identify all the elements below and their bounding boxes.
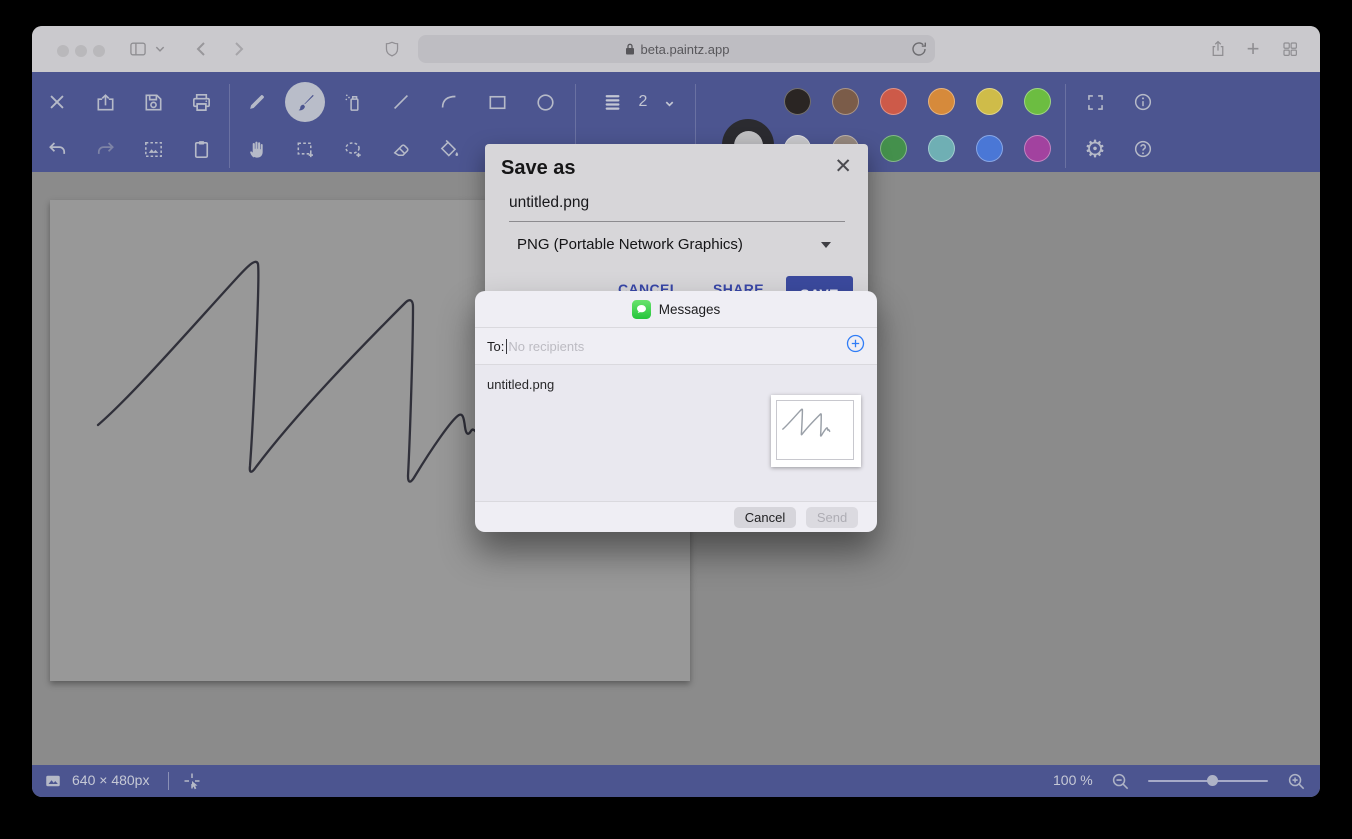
toolbar-divider <box>1065 84 1066 168</box>
messages-share-sheet: Messages To: No recipients untitled.png … <box>475 291 877 532</box>
rectangle-tool[interactable] <box>475 80 519 124</box>
info-button[interactable] <box>1121 80 1165 124</box>
zoom-out-icon[interactable] <box>1110 771 1131 795</box>
paintz-statusbar: 640 × 480px 100 % <box>32 765 1320 797</box>
close-icon[interactable]: ✕ <box>834 156 852 177</box>
image-dimensions-icon <box>44 772 62 793</box>
filename-underline <box>509 221 845 222</box>
sheet-footer: Cancel Send <box>475 501 877 532</box>
cursor-position-icon <box>182 771 202 794</box>
filename-input[interactable] <box>509 194 845 212</box>
browser-window: beta.paintz.app + <box>32 26 1320 797</box>
line-width-chevron-down-icon[interactable] <box>647 81 691 125</box>
fullscreen-button[interactable] <box>1073 80 1117 124</box>
back-button[interactable] <box>192 39 212 59</box>
color-swatch[interactable] <box>1024 88 1051 115</box>
reload-icon[interactable] <box>911 41 927 60</box>
eraser-tool[interactable] <box>379 127 423 171</box>
statusbar-divider <box>168 772 169 790</box>
forward-button[interactable] <box>228 39 248 59</box>
recipients-input[interactable]: No recipients <box>508 339 584 354</box>
curve-tool[interactable] <box>427 80 471 124</box>
tab-overview-icon[interactable] <box>1281 40 1299 58</box>
zoom-level: 100 % <box>1053 772 1093 788</box>
to-label: To: <box>487 339 504 354</box>
line-tool[interactable] <box>379 80 423 124</box>
dialog-title: Save as <box>501 157 576 180</box>
attachment-filename: untitled.png <box>487 377 554 392</box>
sheet-cancel-button[interactable]: Cancel <box>734 507 796 528</box>
browser-titlebar: beta.paintz.app + <box>32 26 1320 72</box>
settings-gear-icon[interactable]: ⚙ <box>1073 127 1117 171</box>
minimize-window-button[interactable] <box>75 45 87 57</box>
sidebar-chevron-down-icon[interactable] <box>155 44 166 55</box>
color-swatch[interactable] <box>928 135 955 162</box>
zoom-window-button[interactable] <box>93 45 105 57</box>
new-tab-plus-icon[interactable]: + <box>1247 36 1260 62</box>
color-swatch[interactable] <box>880 135 907 162</box>
recipients-row: To: No recipients <box>475 327 877 365</box>
freeform-selection-tool[interactable] <box>331 127 375 171</box>
fill-bucket-tool[interactable] <box>427 127 471 171</box>
thumbnail-image <box>776 400 854 460</box>
resize-canvas-button[interactable] <box>131 127 175 171</box>
zoom-slider-thumb[interactable] <box>1207 775 1218 786</box>
privacy-shield-icon[interactable] <box>383 40 402 59</box>
color-swatch[interactable] <box>976 88 1003 115</box>
brush-tool-selected[interactable] <box>285 82 325 122</box>
save-button[interactable] <box>131 80 175 124</box>
color-swatch[interactable] <box>784 88 811 115</box>
help-button[interactable] <box>1121 127 1165 171</box>
pan-tool[interactable] <box>235 127 279 171</box>
close-window-button[interactable] <box>57 45 69 57</box>
share-icon[interactable] <box>1209 39 1228 60</box>
print-button[interactable] <box>179 80 223 124</box>
open-file-button[interactable] <box>83 80 127 124</box>
zoom-in-icon[interactable] <box>1286 771 1307 795</box>
sheet-header: Messages <box>475 291 877 327</box>
sheet-app-name: Messages <box>659 302 721 317</box>
clear-canvas-button[interactable] <box>35 80 79 124</box>
color-swatch[interactable] <box>880 88 907 115</box>
sheet-send-button-disabled: Send <box>806 507 858 528</box>
toolbar-divider <box>229 84 230 168</box>
rectangular-selection-tool[interactable] <box>283 127 327 171</box>
airbrush-tool[interactable] <box>331 80 375 124</box>
color-swatch[interactable] <box>928 88 955 115</box>
color-swatch[interactable] <box>832 88 859 115</box>
palette-row-1 <box>784 88 1051 115</box>
brush-icon <box>294 91 317 114</box>
sidebar-toggle-icon[interactable] <box>128 39 148 59</box>
sheet-content: untitled.png <box>475 365 877 501</box>
format-chevron-down-icon[interactable] <box>821 242 831 248</box>
redo-button-disabled <box>83 127 127 171</box>
paste-button[interactable] <box>179 127 223 171</box>
format-dropdown[interactable]: PNG (Portable Network Graphics) <box>517 236 743 253</box>
undo-button[interactable] <box>35 127 79 171</box>
color-swatch[interactable] <box>1024 135 1051 162</box>
plus-glyph: + <box>1247 36 1260 62</box>
messages-app-icon <box>632 300 651 319</box>
url-text: beta.paintz.app <box>641 42 730 57</box>
attachment-thumbnail[interactable] <box>771 395 861 467</box>
color-swatch[interactable] <box>976 135 1003 162</box>
ellipse-tool[interactable] <box>523 80 567 124</box>
pencil-tool[interactable] <box>235 80 279 124</box>
lock-icon <box>624 42 636 56</box>
address-bar[interactable]: beta.paintz.app <box>418 35 935 63</box>
add-recipient-button[interactable] <box>846 334 865 358</box>
text-cursor <box>506 339 507 354</box>
canvas-dimensions: 640 × 480px <box>72 772 149 788</box>
gear-glyph: ⚙ <box>1084 135 1106 163</box>
